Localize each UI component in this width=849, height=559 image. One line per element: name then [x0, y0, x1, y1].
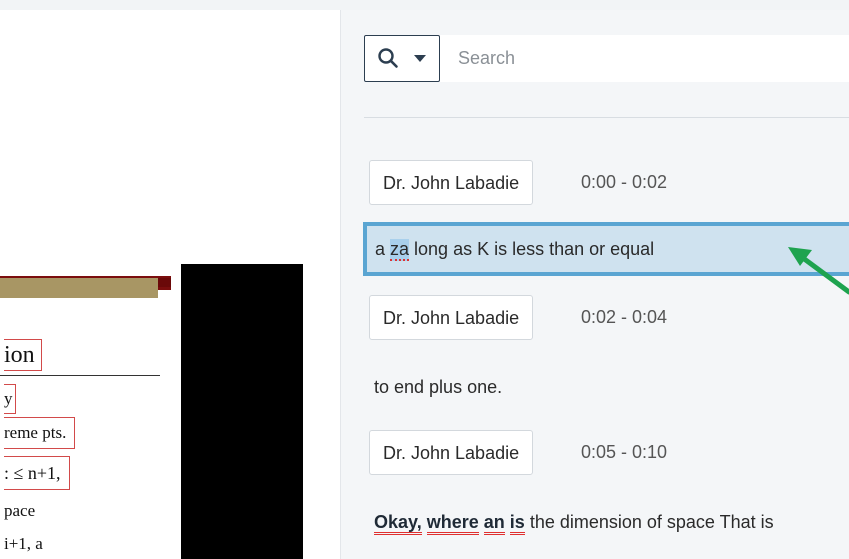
- transcript-pane: Dr. John Labadie 0:00 - 0:02 a za long a…: [341, 10, 849, 559]
- spelling-highlight[interactable]: za: [390, 239, 410, 261]
- slide-header-accent: [158, 278, 171, 287]
- speaker-button[interactable]: Dr. John Labadie: [369, 295, 534, 340]
- slide-title-rule: [0, 375, 160, 376]
- transcript-text: a za long as K is less than or equal: [375, 239, 655, 261]
- top-strip: [0, 0, 849, 10]
- speaker-button[interactable]: Dr. John Labadie: [369, 430, 534, 475]
- video-player[interactable]: ion y reme pts. : ≤ n+1, pace i+1, a: [0, 264, 303, 559]
- keyword: where: [426, 512, 479, 535]
- search-input[interactable]: [456, 35, 849, 82]
- speaker-button[interactable]: Dr. John Labadie: [369, 160, 534, 205]
- slide-line: pace: [4, 501, 36, 520]
- timestamp[interactable]: 0:02 - 0:04: [581, 295, 667, 340]
- timestamp[interactable]: 0:00 - 0:02: [581, 160, 667, 205]
- search-icon: [378, 48, 398, 68]
- search-filter-button[interactable]: [364, 35, 440, 82]
- search-bar: [364, 35, 849, 82]
- lecture-slide: ion y reme pts. : ≤ n+1, pace i+1, a: [0, 264, 181, 559]
- slide-line: reme pts.: [4, 417, 76, 449]
- slide-line: : ≤ n+1,: [4, 456, 70, 490]
- keyword: an: [483, 512, 505, 535]
- transcript-line[interactable]: to end plus one.: [374, 377, 502, 398]
- slide-line: i+1, a: [4, 534, 43, 553]
- slide-line: y: [4, 384, 16, 414]
- caret-down-icon: [414, 55, 426, 62]
- transcript-line[interactable]: Okay, where an is the dimension of space…: [374, 512, 774, 535]
- keyword: Okay,: [374, 512, 422, 535]
- timestamp[interactable]: 0:05 - 0:10: [581, 430, 667, 475]
- slide-header-band: [0, 278, 158, 298]
- transcript-line-active[interactable]: a za long as K is less than or equal: [363, 222, 849, 276]
- separator: [364, 117, 849, 118]
- slide-title: ion: [4, 339, 42, 371]
- keyword: is: [509, 512, 525, 535]
